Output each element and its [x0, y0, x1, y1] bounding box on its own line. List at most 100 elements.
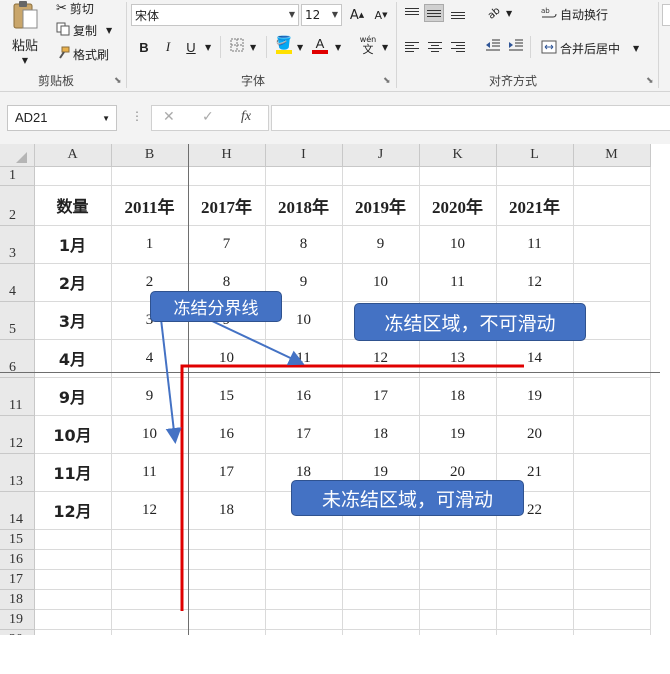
- cell[interactable]: [573, 609, 651, 630]
- cell[interactable]: 10: [419, 225, 497, 264]
- font-color-button[interactable]: A: [310, 36, 330, 54]
- cell[interactable]: [573, 549, 651, 570]
- increase-indent-button[interactable]: [506, 38, 526, 56]
- cell[interactable]: [111, 529, 189, 550]
- merge-center-button[interactable]: 合并后居中 ▼: [541, 40, 639, 57]
- cancel-icon[interactable]: ✕: [163, 109, 175, 125]
- row-header[interactable]: 19: [0, 609, 35, 630]
- cell[interactable]: [573, 589, 651, 610]
- chevron-down-icon[interactable]: ▼: [205, 43, 211, 52]
- cell[interactable]: [265, 629, 343, 635]
- cell[interactable]: 11: [496, 225, 574, 264]
- cell[interactable]: [342, 549, 420, 570]
- cell[interactable]: [111, 569, 189, 590]
- cell[interactable]: 2018年: [265, 185, 343, 226]
- row-header[interactable]: 12: [0, 415, 35, 454]
- cell[interactable]: [419, 609, 497, 630]
- align-left-button[interactable]: [402, 38, 422, 56]
- row-header[interactable]: 5: [0, 301, 35, 340]
- cell[interactable]: [573, 415, 651, 454]
- cell[interactable]: [419, 569, 497, 590]
- cell[interactable]: 9月: [34, 377, 112, 416]
- cell[interactable]: [111, 589, 189, 610]
- cell[interactable]: 10月: [34, 415, 112, 454]
- dialog-launcher-icon[interactable]: ⬊: [114, 76, 122, 86]
- format-painter-button[interactable]: 格式刷: [56, 46, 109, 63]
- cell[interactable]: [496, 609, 574, 630]
- border-button[interactable]: [227, 38, 247, 56]
- cell[interactable]: 16: [188, 415, 266, 454]
- cell[interactable]: [573, 185, 651, 226]
- cell[interactable]: [342, 166, 420, 186]
- cell[interactable]: [188, 569, 266, 590]
- cell[interactable]: [34, 166, 112, 186]
- enter-icon[interactable]: ✓: [202, 109, 214, 125]
- paste-button[interactable]: 粘贴 ▼: [10, 0, 40, 65]
- cell[interactable]: [34, 569, 112, 590]
- align-center-button[interactable]: [425, 38, 445, 56]
- cell[interactable]: 17: [265, 415, 343, 454]
- cell[interactable]: [342, 569, 420, 590]
- cell[interactable]: [188, 609, 266, 630]
- row-header[interactable]: 18: [0, 589, 35, 610]
- cell[interactable]: 11: [111, 453, 189, 492]
- cell[interactable]: [34, 529, 112, 550]
- cell[interactable]: 3月: [34, 301, 112, 340]
- row-header[interactable]: 2: [0, 185, 35, 226]
- cell[interactable]: 16: [265, 377, 343, 416]
- row-header[interactable]: 3: [0, 225, 35, 264]
- cell[interactable]: 数量: [34, 185, 112, 226]
- cell[interactable]: [265, 569, 343, 590]
- cell[interactable]: [111, 166, 189, 186]
- cell[interactable]: [573, 629, 651, 635]
- cell[interactable]: [573, 529, 651, 550]
- shrink-font-button[interactable]: A ▼: [371, 6, 391, 24]
- cell[interactable]: [34, 589, 112, 610]
- bottom-align-button[interactable]: [448, 4, 468, 22]
- cell[interactable]: 10: [342, 263, 420, 302]
- cell[interactable]: 7: [188, 225, 266, 264]
- cell[interactable]: [419, 549, 497, 570]
- orientation-button[interactable]: ab: [484, 4, 504, 22]
- cell[interactable]: [573, 453, 651, 492]
- cell[interactable]: 2月: [34, 263, 112, 302]
- cell[interactable]: [188, 629, 266, 635]
- formula-input[interactable]: [271, 105, 670, 131]
- cell[interactable]: 9: [342, 225, 420, 264]
- fill-color-button[interactable]: 🪣: [274, 36, 294, 54]
- cell[interactable]: 12: [111, 491, 189, 530]
- row-header[interactable]: 1: [0, 166, 35, 186]
- cell[interactable]: [342, 529, 420, 550]
- more-options-icon[interactable]: ⋮: [131, 109, 143, 123]
- cell[interactable]: 18: [419, 377, 497, 416]
- row-header[interactable]: 16: [0, 549, 35, 570]
- cell[interactable]: 1月: [34, 225, 112, 264]
- underline-button[interactable]: U: [181, 38, 201, 56]
- phonetic-button[interactable]: wén 文: [356, 35, 380, 56]
- cell[interactable]: 15: [188, 377, 266, 416]
- cell[interactable]: 12: [496, 263, 574, 302]
- row-header[interactable]: 14: [0, 491, 35, 530]
- cell[interactable]: [265, 609, 343, 630]
- cell[interactable]: 18: [342, 415, 420, 454]
- cell[interactable]: [34, 549, 112, 570]
- decrease-indent-button[interactable]: [483, 38, 503, 56]
- cell[interactable]: [188, 549, 266, 570]
- select-all-corner[interactable]: [0, 144, 35, 167]
- cell[interactable]: 8: [265, 225, 343, 264]
- cell[interactable]: 11: [419, 263, 497, 302]
- cell[interactable]: [573, 263, 651, 302]
- cell[interactable]: [496, 629, 574, 635]
- column-header[interactable]: A: [34, 144, 112, 167]
- cell[interactable]: [188, 589, 266, 610]
- cell[interactable]: [496, 589, 574, 610]
- top-align-button[interactable]: [402, 4, 422, 22]
- column-header[interactable]: H: [188, 144, 266, 167]
- cell[interactable]: [34, 609, 112, 630]
- cell[interactable]: [573, 225, 651, 264]
- cell[interactable]: 19: [419, 415, 497, 454]
- name-box[interactable]: AD21 ▼: [7, 105, 117, 131]
- cell[interactable]: 2019年: [342, 185, 420, 226]
- cell[interactable]: [342, 589, 420, 610]
- cell[interactable]: 17: [188, 453, 266, 492]
